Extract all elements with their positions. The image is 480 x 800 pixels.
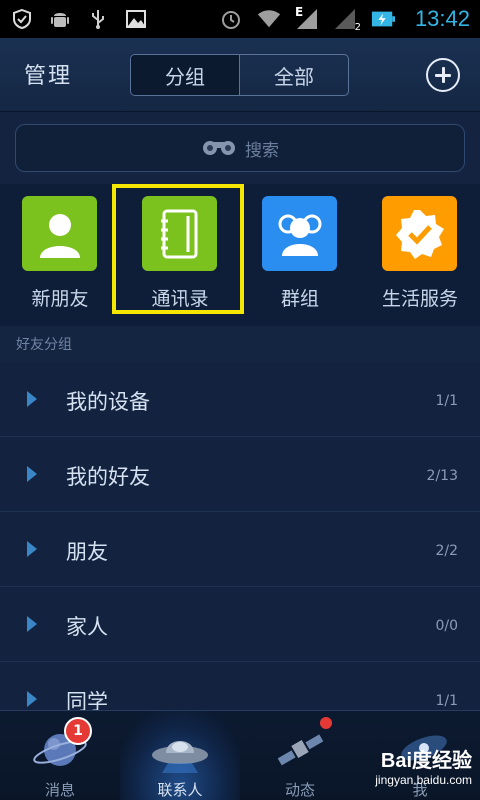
nav-contacts[interactable]: 联系人	[120, 711, 240, 800]
friend-group-list: 我的设备 1/1 我的好友 2/13 朋友 2/2 家人 0/0 同学 1/1	[0, 362, 480, 710]
ufo-icon	[150, 721, 210, 777]
image-icon	[124, 7, 148, 31]
expand-arrow-icon	[27, 691, 37, 707]
highlight-box	[112, 184, 244, 314]
search-area: 搜索	[0, 112, 480, 184]
nav-messages[interactable]: 1 消息	[0, 711, 120, 800]
title-bar: 管理 分组 全部	[0, 38, 480, 112]
unread-badge: 1	[64, 717, 92, 745]
signal-icon: E	[294, 5, 319, 31]
group-row[interactable]: 同学 1/1	[0, 662, 480, 710]
badge-check-icon	[382, 196, 457, 271]
group-count: 0/0	[435, 618, 458, 634]
group-count: 2/13	[426, 468, 458, 484]
tile-label: 生活服务	[381, 288, 458, 310]
tile-life-services[interactable]: 生活服务	[360, 196, 480, 320]
search-input[interactable]: 搜索	[15, 124, 465, 172]
usb-icon	[86, 7, 110, 31]
status-time: 13:42	[414, 6, 470, 31]
tab-groups[interactable]: 分组	[131, 55, 239, 95]
status-bar: E 2 13:42	[0, 0, 480, 38]
status-right-icons: E 2 13:42	[219, 5, 470, 33]
status-left-icons	[10, 7, 148, 31]
plus-circle-icon[interactable]	[426, 58, 460, 92]
signal-letter: E	[294, 5, 304, 19]
nav-label: 联系人	[157, 781, 203, 799]
binoculars-icon	[201, 136, 237, 160]
group-count: 1/1	[435, 393, 458, 409]
tile-label: 新朋友	[31, 288, 89, 310]
android-icon	[48, 7, 72, 31]
tab-all[interactable]: 全部	[239, 55, 348, 95]
watermark-main: Bai度经验	[380, 750, 472, 772]
manage-button[interactable]: 管理	[24, 58, 72, 90]
section-title: 好友分组	[0, 326, 480, 362]
wifi-icon	[257, 7, 281, 31]
expand-arrow-icon	[27, 616, 37, 632]
group-name: 家人	[66, 615, 108, 639]
watermark-sub: jingyan.baidu.com	[375, 773, 472, 787]
group-icon	[262, 196, 337, 271]
group-name: 我的设备	[66, 390, 150, 414]
baidu-jingyan-watermark: Bai度经验 jingyan.baidu.com	[330, 744, 480, 800]
satellite-icon	[270, 721, 330, 777]
shield-icon	[10, 7, 34, 31]
group-row[interactable]: 朋友 2/2	[0, 512, 480, 587]
group-row[interactable]: 我的好友 2/13	[0, 437, 480, 512]
group-count: 1/1	[435, 693, 458, 709]
group-row[interactable]: 我的设备 1/1	[0, 362, 480, 437]
expand-arrow-icon	[27, 541, 37, 557]
alarm-icon	[219, 7, 243, 31]
group-count: 2/2	[435, 543, 458, 559]
signal-2-icon: 2	[333, 7, 361, 33]
expand-arrow-icon	[27, 391, 37, 407]
new-activity-dot	[320, 717, 332, 729]
view-toggle: 分组 全部	[130, 54, 349, 96]
tile-label: 群组	[280, 288, 319, 310]
search-placeholder: 搜索	[245, 140, 279, 161]
battery-charging-icon	[371, 7, 395, 31]
nav-label: 消息	[44, 781, 75, 799]
group-name: 朋友	[66, 540, 108, 564]
tile-new-friends[interactable]: 新朋友	[0, 196, 120, 320]
sim-slot-label: 2	[354, 22, 361, 33]
quick-tiles: 新朋友 通讯录 群组 生活服务	[0, 184, 480, 326]
person-icon	[22, 196, 97, 271]
group-row[interactable]: 家人 0/0	[0, 587, 480, 662]
expand-arrow-icon	[27, 466, 37, 482]
group-name: 同学	[66, 690, 108, 710]
group-name: 我的好友	[66, 465, 150, 489]
tile-groups[interactable]: 群组	[240, 196, 360, 320]
